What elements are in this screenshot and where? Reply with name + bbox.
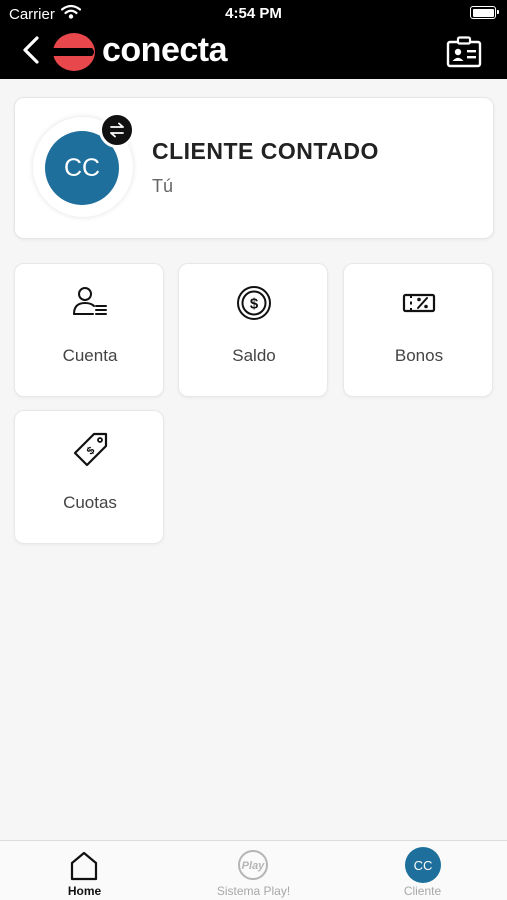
tile-saldo[interactable]: $ Saldo [178, 263, 328, 397]
status-time: 4:54 PM [225, 5, 282, 22]
user-list-icon [73, 287, 107, 315]
swap-arrows-icon [110, 122, 124, 138]
tab-sistema-play[interactable]: Play Sistema Play! [169, 841, 338, 900]
tile-label: Cuenta [62, 346, 118, 365]
percent-ticket-icon [402, 293, 436, 313]
switch-account-button[interactable] [99, 112, 135, 148]
tab-label: Home [67, 884, 102, 898]
app-header: Carrier 4:54 PM conecta [0, 0, 507, 79]
tab-label: Cliente [403, 884, 442, 898]
brand-name: conecta [102, 31, 228, 69]
tab-home[interactable]: Home [0, 841, 169, 900]
profile-name: CLIENTE CONTADO [152, 138, 379, 164]
tile-cuenta[interactable]: Cuenta [14, 263, 164, 397]
tile-label: Saldo [232, 346, 276, 365]
play-logo-icon: Play [238, 850, 268, 880]
tile-label: Bonos [394, 346, 444, 365]
tab-bar: Home Play Sistema Play! CC Cliente [0, 840, 507, 900]
client-avatar: CC [405, 847, 441, 883]
tile-cuotas[interactable]: $ Cuotas [14, 410, 164, 544]
tile-bonos[interactable]: Bonos [343, 263, 493, 397]
profile-card[interactable]: CC CLIENTE CONTADO Tú [14, 97, 494, 239]
tab-cliente[interactable]: CC Cliente [338, 841, 507, 900]
profile-subtitle: Tú [152, 176, 174, 196]
tile-label: Cuotas [63, 493, 117, 512]
id-card-icon[interactable] [446, 36, 482, 68]
price-tag-icon: $ [73, 432, 108, 467]
svg-text:$: $ [250, 296, 259, 313]
home-icon [70, 851, 98, 881]
back-chevron-icon[interactable] [18, 35, 46, 65]
tab-label: Sistema Play! [216, 884, 291, 898]
battery-icon [470, 6, 499, 19]
dollar-coin-icon: $ [237, 286, 271, 320]
status-bar: Carrier 4:54 PM [0, 0, 507, 28]
conecta-logo-icon [52, 33, 95, 71]
svg-text:Play: Play [242, 860, 266, 872]
